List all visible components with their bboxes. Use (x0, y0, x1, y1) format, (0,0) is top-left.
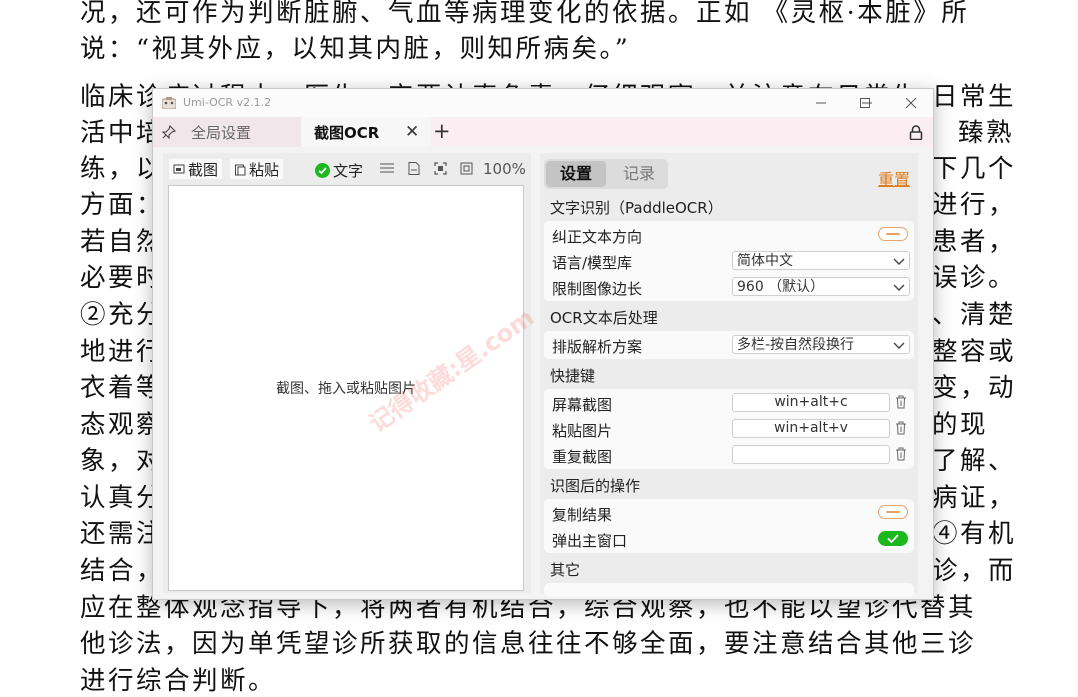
tab-records[interactable]: 记录 (610, 161, 668, 187)
window-title: Umi-OCR v2.1.2 (183, 96, 272, 109)
lock-icon[interactable] (909, 125, 923, 140)
paste-icon (235, 164, 246, 175)
other-card (544, 583, 914, 597)
doc-line: 说：“视其外应，以知其内脏，则知所病矣。” (80, 34, 631, 64)
setting-label: 限制图像边长 (552, 280, 643, 298)
reset-button[interactable]: 重置 (878, 166, 910, 190)
screenshot-label: 截图 (188, 160, 219, 179)
post-process-card: 排版解析方案 多栏-按自然段换行 (544, 331, 914, 359)
checkmark-circle-icon (315, 163, 330, 178)
doc-line: 况，还可作为判断脏腑、气血等病理变化的依据。正如 《灵枢·本脏》所 (80, 0, 970, 28)
after-ocr-card: 复制结果 弹出主窗口 (544, 499, 914, 553)
screenshot-button[interactable]: 截图 (169, 159, 223, 179)
minimize-icon (816, 102, 826, 104)
screenshot-icon (173, 164, 185, 174)
doc-fragment: 的现 (932, 410, 989, 440)
chevron-down-icon (893, 342, 905, 349)
tab-label: 全局设置 (191, 123, 252, 142)
paste-button[interactable]: 粘贴 (230, 159, 284, 179)
list-icon[interactable] (380, 162, 394, 174)
copy-result-toggle[interactable] (878, 505, 908, 519)
doc-fragment: 下几个 (932, 154, 1017, 184)
maximize-button[interactable] (843, 89, 887, 117)
language-select[interactable]: 简体中文 (732, 251, 910, 270)
section-title: 快捷键 (550, 367, 596, 385)
text-recognition-card: 纠正文本方向 语言/模型库 简体中文 限制图像边长 960 （默认） (544, 221, 914, 301)
doc-fragment: 诊，而 (932, 556, 1017, 586)
close-tab-icon[interactable]: ✕ (405, 122, 419, 142)
select-value: 960 （默认） (737, 279, 825, 295)
section-title: 文字识别（PaddleOCR） (550, 199, 723, 217)
zoom-level: 100% (483, 160, 526, 178)
section-title: 其它 (550, 561, 581, 579)
pin-icon (162, 125, 176, 139)
setting-label: 弹出主窗口 (552, 532, 628, 550)
setting-label: 排版解析方案 (552, 338, 643, 356)
setting-label: 重复截图 (552, 448, 613, 466)
doc-fragment: 整容或 (932, 337, 1017, 367)
doc-fragment: 患者， (932, 227, 1017, 257)
setting-label: 语言/模型库 (552, 254, 633, 272)
doc-fragment: 病证， (932, 483, 1017, 513)
image-panel: 截图 粘贴 文字 100% 截图、拖入或粘贴图片 (163, 153, 531, 593)
panel-switch: 设置 记录 (544, 159, 668, 189)
trash-icon[interactable] (895, 447, 907, 461)
tab-label: 截图OCR (314, 123, 380, 142)
close-button[interactable] (889, 89, 933, 117)
checkmark-icon (887, 534, 899, 544)
doc-fragment: 进行， (932, 190, 1017, 220)
paste-hotkey-input[interactable]: win+alt+v (732, 419, 890, 438)
setting-label: 粘贴图片 (552, 422, 613, 440)
correct-direction-toggle[interactable] (878, 227, 908, 241)
trash-icon[interactable] (895, 421, 907, 435)
setting-label: 纠正文本方向 (552, 228, 643, 246)
hotkey-card: 屏幕截图 win+alt+c 粘贴图片 win+alt+v 重复截图 (544, 389, 914, 469)
doc-fragment: 臻熟 (958, 118, 1015, 148)
section-title: 识图后的操作 (550, 477, 641, 495)
close-icon (906, 98, 916, 108)
text-toggle[interactable]: 文字 (315, 160, 363, 181)
select-value: 多栏-按自然段换行 (737, 337, 855, 353)
tab-global-settings[interactable]: 全局设置 (153, 117, 301, 147)
doc-fragment: 日常生 (932, 82, 1017, 112)
doc-line: 他诊法，因为单凭望诊所获取的信息往往不够全面，要注意结合其他三诊 (80, 629, 977, 659)
trash-icon[interactable] (895, 395, 907, 409)
file-icon[interactable] (408, 162, 420, 175)
text-toggle-label: 文字 (333, 162, 364, 180)
settings-panel: 设置 记录 重置 文字识别（PaddleOCR） 纠正文本方向 语言/模型库 简… (540, 153, 918, 597)
repeat-hotkey-input[interactable] (732, 445, 890, 464)
image-limit-select[interactable]: 960 （默认） (732, 277, 910, 296)
minimize-button[interactable] (799, 89, 843, 117)
chevron-down-icon (893, 258, 905, 265)
screenshot-hotkey-input[interactable]: win+alt+c (732, 393, 890, 412)
image-drop-area[interactable]: 截图、拖入或粘贴图片 (168, 185, 524, 591)
tab-bar: 全局设置 截图OCR ✕ + (153, 117, 933, 147)
doc-fragment: 、清楚 (932, 300, 1017, 330)
select-value: 简体中文 (737, 253, 793, 269)
paste-label: 粘贴 (249, 160, 280, 179)
chevron-down-icon (893, 284, 905, 291)
add-tab-icon[interactable]: + (433, 119, 451, 143)
actual-size-icon[interactable] (460, 162, 473, 175)
layout-select[interactable]: 多栏-按自然段换行 (732, 335, 910, 354)
umi-ocr-window: Umi-OCR v2.1.2 全局设置 截图OCR ✕ + 截图 粘贴 文字 1… (152, 88, 934, 600)
fit-screen-icon[interactable] (434, 162, 447, 175)
tab-settings[interactable]: 设置 (546, 161, 606, 187)
doc-line: 进行综合判断。 (80, 666, 277, 696)
popup-window-toggle[interactable] (878, 531, 908, 546)
setting-label: 屏幕截图 (552, 396, 613, 414)
app-icon (162, 97, 176, 109)
doc-fragment: 了解、 (932, 446, 1017, 476)
doc-fragment: 误诊。 (932, 263, 1017, 293)
doc-fragment: 变，动 (932, 373, 1017, 403)
doc-fragment: ④有机 (932, 519, 1017, 549)
drop-hint: 截图、拖入或粘贴图片 (276, 381, 416, 397)
section-title: OCR文本后处理 (550, 309, 658, 327)
maximize-icon (860, 98, 870, 108)
setting-label: 复制结果 (552, 506, 613, 524)
